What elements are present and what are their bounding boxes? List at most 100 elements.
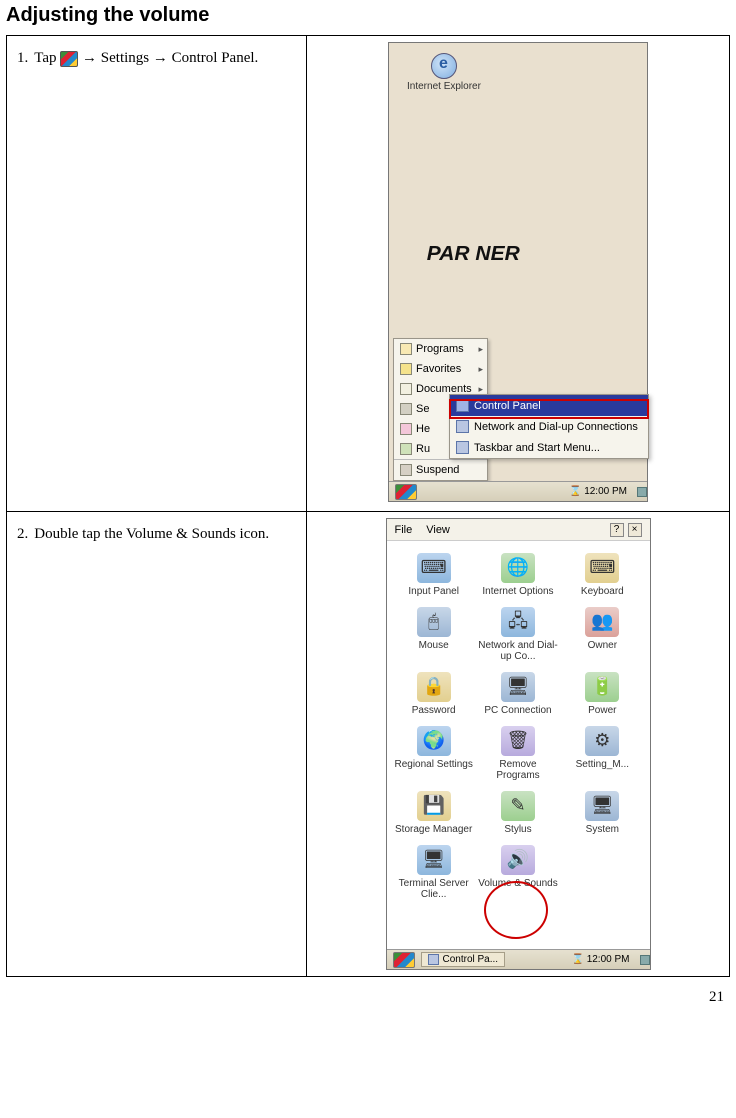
menu-suspend[interactable]: Suspend bbox=[394, 459, 487, 480]
clock-text: 12:00 PM bbox=[584, 486, 627, 497]
cp-power[interactable]: 🔋 Power bbox=[561, 672, 643, 716]
gear-icon bbox=[400, 403, 412, 415]
storage-icon: 💾 bbox=[417, 791, 451, 821]
cp-setting-m[interactable]: ⚙ Setting_M... bbox=[561, 726, 643, 781]
menu-file[interactable]: File bbox=[395, 524, 413, 536]
cp-pc-connection[interactable]: 🖥PC Connection bbox=[477, 672, 559, 716]
folder-icon bbox=[400, 343, 412, 355]
help-button[interactable]: ? bbox=[610, 523, 624, 537]
submenu-control-panel[interactable]: Control Panel bbox=[450, 395, 648, 416]
cp-label: Network and Dial-up Co... bbox=[477, 640, 559, 662]
cp-label: System bbox=[586, 824, 619, 835]
menu-favorites[interactable]: Favorites bbox=[394, 359, 487, 379]
menu-label: Suspend bbox=[416, 464, 459, 476]
network-icon bbox=[456, 420, 469, 433]
menu-label: Ru bbox=[416, 443, 430, 455]
step-1-cell: 1. Tap → Settings → Control Panel. bbox=[7, 36, 307, 512]
tray-icon[interactable] bbox=[637, 487, 647, 497]
menu-view[interactable]: View bbox=[426, 524, 450, 536]
regional-icon: 🌍 bbox=[417, 726, 451, 756]
submenu-label: Network and Dial-up Connections bbox=[474, 421, 638, 433]
taskbar[interactable]: Control Pa... ⌛ 12:00 PM bbox=[387, 949, 650, 969]
control-panel-grid: ⌨Input Panel 🌐Internet Options ⌨ Keyboard… bbox=[387, 541, 650, 906]
control-panel-screenshot: File View ? × ⌨Input Panel 🌐Internet Opt… bbox=[386, 518, 651, 970]
desktop-screenshot: Internet Explorer PAR NER Programs Favor… bbox=[388, 42, 648, 502]
power-icon: 🔋 bbox=[585, 672, 619, 702]
cp-password[interactable]: 🔒 Password bbox=[393, 672, 475, 716]
cp-regional-settings[interactable]: 🌍 Regional Settings bbox=[393, 726, 475, 781]
run-icon bbox=[400, 443, 412, 455]
cp-network[interactable]: 🖧Network and Dial-up Co... bbox=[477, 607, 559, 662]
cp-label: Stylus bbox=[504, 824, 531, 835]
menu-label: Favorites bbox=[416, 363, 461, 375]
cp-storage-manager[interactable]: 💾 Storage Manager bbox=[393, 791, 475, 835]
cp-owner[interactable]: 👥 Owner bbox=[561, 607, 643, 662]
cp-terminal-server[interactable]: 🖥Terminal Server Clie... bbox=[393, 845, 475, 900]
keyboard-icon: ⌨ bbox=[585, 553, 619, 583]
settings-submenu[interactable]: Control Panel Network and Dial-up Connec… bbox=[449, 394, 649, 459]
cp-system[interactable]: 🖥 System bbox=[561, 791, 643, 835]
step-number: 2. bbox=[17, 526, 28, 543]
cp-stylus[interactable]: ✎ Stylus bbox=[477, 791, 559, 835]
help-icon bbox=[400, 423, 412, 435]
cp-label: PC Connection bbox=[484, 705, 551, 716]
tray-icon[interactable] bbox=[640, 955, 650, 965]
submenu-taskbar[interactable]: Taskbar and Start Menu... bbox=[450, 437, 648, 458]
cp-label: Remove Programs bbox=[477, 759, 559, 781]
menu-programs[interactable]: Programs bbox=[394, 339, 487, 359]
step-2-cell: 2. Double tap the Volume & Sounds icon. bbox=[7, 512, 307, 977]
cp-label: Owner bbox=[588, 640, 617, 651]
cp-internet-options[interactable]: 🌐Internet Options bbox=[477, 553, 559, 597]
volume-sounds-icon: 🔊 bbox=[501, 845, 535, 875]
control-panel-icon bbox=[428, 954, 439, 965]
menu-label: Se bbox=[416, 403, 429, 415]
remove-programs-icon: 🗑 bbox=[501, 726, 535, 756]
cp-label: Keyboard bbox=[581, 586, 624, 597]
owner-icon: 👥 bbox=[585, 607, 619, 637]
submenu-label: Control Panel bbox=[474, 400, 541, 412]
control-panel-icon bbox=[456, 399, 469, 412]
cp-mouse[interactable]: 🖱 Mouse bbox=[393, 607, 475, 662]
cp-remove-programs[interactable]: 🗑 Remove Programs bbox=[477, 726, 559, 781]
clock: ⌛ 12:00 PM bbox=[563, 486, 633, 497]
input-panel-icon: ⌨ bbox=[417, 553, 451, 583]
cp-label: Internet Options bbox=[482, 586, 553, 597]
internet-explorer-desktop-icon[interactable]: Internet Explorer bbox=[407, 53, 481, 92]
system-icon: 🖥 bbox=[585, 791, 619, 821]
partner-logo: PAR NER bbox=[427, 243, 520, 266]
step-text: Double tap the Volume & Sounds icon. bbox=[34, 526, 269, 543]
step-text: Tap → Settings → Control Panel. bbox=[34, 50, 258, 67]
close-button[interactable]: × bbox=[628, 523, 642, 537]
submenu-label: Taskbar and Start Menu... bbox=[474, 442, 600, 454]
stylus-icon: ✎ bbox=[501, 791, 535, 821]
mouse-icon: 🖱 bbox=[417, 607, 451, 637]
submenu-network[interactable]: Network and Dial-up Connections bbox=[450, 416, 648, 437]
taskbar-icon bbox=[456, 441, 469, 454]
page-number: 21 bbox=[12, 989, 724, 1006]
table-row: 2. Double tap the Volume & Sounds icon. … bbox=[7, 512, 730, 977]
taskbar-control-panel-button[interactable]: Control Pa... bbox=[421, 952, 506, 967]
setting-m-icon: ⚙ bbox=[585, 726, 619, 756]
menu-label: He bbox=[416, 423, 430, 435]
clock: ⌛ 12:00 PM bbox=[565, 954, 635, 965]
cp-label: Power bbox=[588, 705, 616, 716]
cp-label: Password bbox=[412, 705, 456, 716]
doc-icon bbox=[400, 383, 412, 395]
cp-label: Mouse bbox=[419, 640, 449, 651]
cp-label: Storage Manager bbox=[395, 824, 472, 835]
cp-input-panel[interactable]: ⌨Input Panel bbox=[393, 553, 475, 597]
suspend-icon bbox=[400, 464, 412, 476]
taskbar[interactable]: ⌛ 12:00 PM bbox=[389, 481, 647, 501]
instruction-table: 1. Tap → Settings → Control Panel. Inter… bbox=[6, 35, 730, 977]
start-button[interactable] bbox=[393, 952, 415, 968]
password-icon: 🔒 bbox=[417, 672, 451, 702]
start-button[interactable] bbox=[395, 484, 417, 500]
menu-label: Programs bbox=[416, 343, 464, 355]
terminal-icon: 🖥 bbox=[417, 845, 451, 875]
control-panel-menubar[interactable]: File View ? × bbox=[387, 519, 650, 541]
ie-label: Internet Explorer bbox=[407, 81, 481, 92]
cp-keyboard[interactable]: ⌨ Keyboard bbox=[561, 553, 643, 597]
cp-label: Regional Settings bbox=[394, 759, 472, 770]
cp-label: Setting_M... bbox=[576, 759, 629, 770]
step1-before: Tap bbox=[34, 50, 56, 66]
